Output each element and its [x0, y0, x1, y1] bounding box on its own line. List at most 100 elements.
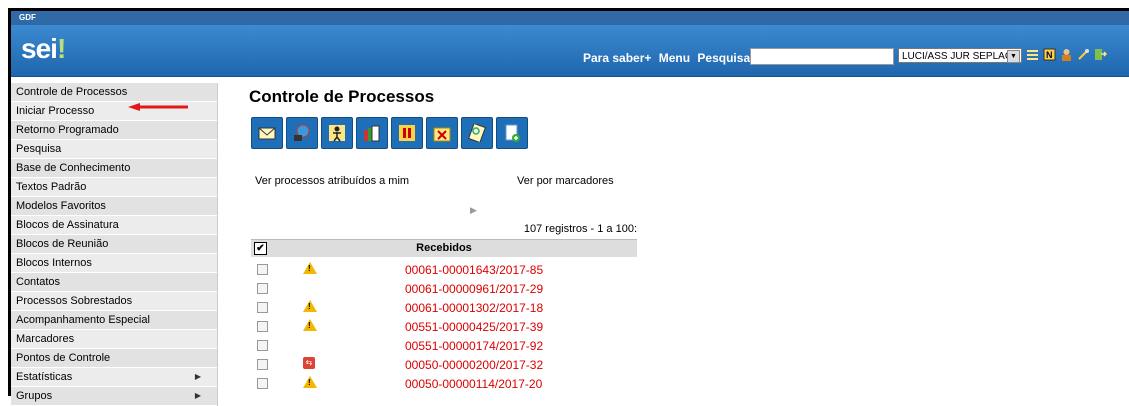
process-toolbar: [251, 117, 528, 149]
sidebar-item-controle-processos[interactable]: Controle de Processos: [11, 83, 217, 102]
person-icon: [328, 124, 345, 142]
sidebar-item-processos-sobrestados[interactable]: Processos Sobrestados: [11, 292, 217, 311]
table-row: 00061-00000961/2017-29: [251, 280, 637, 299]
notes-icon[interactable]: N: [1043, 48, 1056, 61]
new-doc-icon: [503, 124, 520, 142]
table-row: ! 00551-00000425/2017-39: [251, 318, 637, 337]
pause-icon: [398, 124, 415, 141]
sidebar-item-label: Pontos de Controle: [16, 352, 111, 364]
process-link[interactable]: 00551-00000174/2017-92: [405, 339, 543, 353]
row-checkbox[interactable]: [257, 359, 268, 370]
books-icon: [363, 124, 380, 142]
warning-icon[interactable]: !: [303, 376, 317, 389]
svg-text:N: N: [1046, 50, 1053, 60]
sidebar-item-label: Processos Sobrestados: [16, 295, 133, 307]
logo-dot: !: [56, 33, 66, 64]
sidebar-item-label: Estatísticas: [16, 371, 73, 383]
sidebar-item-estatisticas[interactable]: Estatísticas ▶: [11, 368, 217, 387]
row-checkbox[interactable]: [257, 302, 268, 313]
sidebar-item-label: Contatos: [16, 276, 61, 288]
send-email-button[interactable]: [251, 117, 283, 149]
table-row: ⇆ 00050-00000200/2017-32: [251, 356, 637, 375]
process-link[interactable]: 00050-00000200/2017-32: [405, 358, 543, 372]
sidebar-item-acompanhamento-especial[interactable]: Acompanhamento Especial: [11, 311, 217, 330]
org-label: GDF: [19, 13, 36, 22]
sidebar-item-label: Blocos Internos: [16, 257, 92, 269]
sidebar-item-label: Pesquisa: [16, 143, 62, 155]
process-link[interactable]: 00061-00001302/2017-18: [405, 301, 543, 315]
documents-button[interactable]: [356, 117, 388, 149]
by-markers-link[interactable]: Ver por marcadores: [517, 175, 614, 187]
transfer-icon[interactable]: ⇆: [303, 357, 316, 370]
table-row: ! 00061-00001643/2017-85: [251, 261, 637, 280]
sidebar-item-marcadores[interactable]: Marcadores: [11, 330, 217, 349]
process-link[interactable]: 00061-00000961/2017-29: [405, 282, 543, 296]
new-document-button[interactable]: [496, 117, 528, 149]
sidebar-item-grupos[interactable]: Grupos ▶: [11, 387, 217, 406]
sidebar-item-label: Marcadores: [16, 333, 75, 345]
row-checkbox[interactable]: [257, 378, 268, 389]
sidebar-item-retorno-programado[interactable]: Retorno Programado: [11, 121, 217, 140]
sidebar-item-label: Iniciar Processo: [16, 105, 95, 117]
suspend-button[interactable]: [391, 117, 423, 149]
assign-process-button[interactable]: [321, 117, 353, 149]
table-header-label: Recebidos: [416, 242, 472, 254]
process-link[interactable]: 00050-00000114/2017-20: [405, 377, 542, 391]
sidebar-item-contatos[interactable]: Contatos: [11, 273, 217, 292]
process-link[interactable]: 00061-00001643/2017-85: [405, 263, 543, 277]
user-icon[interactable]: [1060, 48, 1073, 61]
red-arrow-annotation: [128, 103, 188, 111]
list-icon[interactable]: [1026, 48, 1039, 61]
sidebar-item-blocos-reuniao[interactable]: Blocos de Reunião: [11, 235, 217, 254]
sidebar-item-blocos-assinatura[interactable]: Blocos de Assinatura: [11, 216, 217, 235]
sidebar-item-label: Acompanhamento Especial: [16, 314, 150, 326]
warning-icon[interactable]: !: [303, 262, 317, 275]
sidebar-item-pontos-controle[interactable]: Pontos de Controle: [11, 349, 217, 368]
process-link[interactable]: 00551-00000425/2017-39: [405, 320, 543, 334]
chevron-right-icon: ▶: [194, 372, 201, 381]
send-process-button[interactable]: [286, 117, 318, 149]
page-title: Controle de Processos: [249, 87, 435, 106]
envelope-icon: [258, 124, 276, 140]
sidebar-item-blocos-internos[interactable]: Blocos Internos: [11, 254, 217, 273]
chevron-right-icon: ▶: [194, 391, 201, 400]
search-input[interactable]: [750, 48, 894, 65]
menu-link[interactable]: Menu: [659, 51, 690, 65]
unit-select[interactable]: LUCI/ASS JUR SEPLAG ▼: [898, 48, 1022, 63]
sidebar-item-pesquisa[interactable]: Pesquisa: [11, 140, 217, 159]
table-row: ! 00050-00000114/2017-20: [251, 375, 637, 394]
table-row: 00551-00000174/2017-92: [251, 337, 637, 356]
sidebar-item-label: Blocos de Reunião: [16, 238, 109, 250]
header-icons: N: [1026, 48, 1108, 64]
warning-icon[interactable]: !: [303, 319, 317, 332]
process-list: ! 00061-00001643/2017-85 00061-00000961/…: [251, 261, 637, 394]
sidebar-item-base-conhecimento[interactable]: Base de Conhecimento: [11, 159, 217, 178]
table-row: ! 00061-00001302/2017-18: [251, 299, 637, 318]
row-checkbox[interactable]: [257, 340, 268, 351]
warning-icon[interactable]: !: [303, 300, 317, 313]
row-checkbox[interactable]: [257, 283, 268, 294]
sei-logo[interactable]: sei!: [21, 33, 66, 65]
row-checkbox[interactable]: [257, 264, 268, 275]
sidebar-item-label: Textos Padrão: [16, 181, 87, 193]
sidebar-item-textos-padrao[interactable]: Textos Padrão: [11, 178, 217, 197]
exit-icon[interactable]: [1094, 48, 1108, 61]
assigned-to-me-link[interactable]: Ver processos atribuídos a mim: [255, 175, 409, 187]
follow-up-button[interactable]: [461, 117, 493, 149]
sidebar-item-modelos-favoritos[interactable]: Modelos Favoritos: [11, 197, 217, 216]
logo-text: sei: [21, 33, 58, 64]
sidebar-menu: Controle de Processos Iniciar Processo R…: [11, 83, 218, 406]
filter-links: Ver processos atribuídos a mim Ver por m…: [255, 175, 655, 187]
top-strip: GDF: [11, 11, 1129, 25]
expand-caret-icon[interactable]: ▶: [470, 205, 477, 216]
sidebar-item-label: Modelos Favoritos: [16, 200, 106, 212]
conclude-process-button[interactable]: [426, 117, 458, 149]
pesquisa-link[interactable]: Pesquisa: [697, 51, 750, 65]
sidebar-item-label: Controle de Processos: [16, 86, 128, 98]
chevron-down-icon[interactable]: ▼: [1007, 50, 1020, 63]
table-header: ✔ Recebidos: [251, 239, 637, 257]
saber-mais-link[interactable]: Para saber+: [583, 51, 651, 65]
tools-icon[interactable]: [1077, 48, 1090, 61]
row-checkbox[interactable]: [257, 321, 268, 332]
sidebar-item-label: Grupos: [16, 390, 53, 402]
